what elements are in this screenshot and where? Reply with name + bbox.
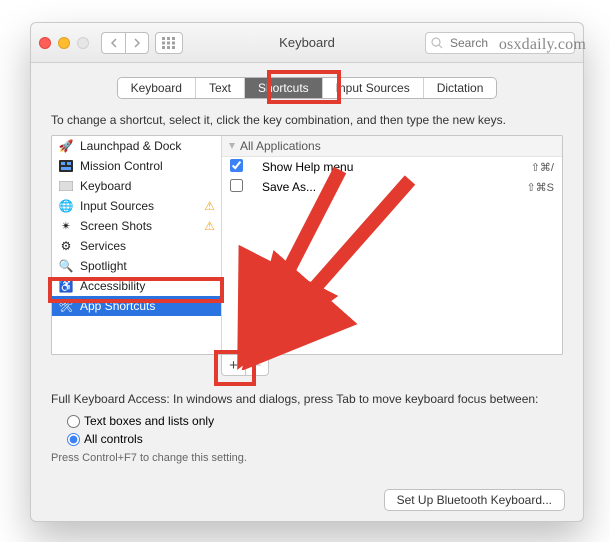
fka-hint: Press Control+F7 to change this setting. — [51, 452, 563, 464]
instructions-text: To change a shortcut, select it, click t… — [51, 113, 563, 127]
cat-launchpad[interactable]: 🚀Launchpad & Dock — [52, 136, 221, 156]
crosshair-icon: ✴ — [58, 218, 74, 234]
cat-app-shortcuts[interactable]: 🛠App Shortcuts — [52, 296, 221, 316]
shortcut-keys[interactable]: ⇧⌘S — [526, 181, 554, 194]
category-list[interactable]: 🚀Launchpad & Dock Mission Control Keyboa… — [52, 136, 222, 354]
radio-allcontrols[interactable]: All controls — [67, 430, 563, 448]
tab-text[interactable]: Text — [196, 78, 245, 98]
warning-icon: ⚠ — [204, 219, 215, 233]
keyboard-icon — [58, 178, 74, 194]
preferences-window: Keyboard Keyboard Text Shortcuts Input S… — [30, 22, 584, 522]
shortcut-label: Show Help menu — [246, 160, 531, 174]
magnifier-icon: 🔍 — [58, 258, 74, 274]
cat-keyboard[interactable]: Keyboard — [52, 176, 221, 196]
shortcut-keys[interactable]: ⇧⌘/ — [531, 161, 554, 174]
shortcut-checkbox[interactable] — [230, 179, 243, 192]
warning-icon: ⚠ — [204, 199, 215, 213]
content: To change a shortcut, select it, click t… — [31, 99, 583, 474]
search-icon — [431, 37, 443, 49]
shortcut-checkbox[interactable] — [230, 159, 243, 172]
shortcut-label: Save As... — [246, 180, 526, 194]
app-shortcuts-icon: 🛠 — [58, 298, 74, 314]
tab-input-sources[interactable]: Input Sources — [323, 78, 424, 98]
tab-keyboard[interactable]: Keyboard — [118, 78, 196, 98]
cat-accessibility[interactable]: ♿Accessibility — [52, 276, 221, 296]
rocket-icon: 🚀 — [58, 138, 74, 154]
remove-button[interactable]: − — [245, 354, 269, 376]
cat-spotlight[interactable]: 🔍Spotlight — [52, 256, 221, 276]
globe-icon: 🌐 — [58, 198, 74, 214]
add-button[interactable]: + — [221, 354, 245, 376]
disclosure-triangle-icon — [228, 142, 236, 150]
radio-textboxes[interactable]: Text boxes and lists only — [67, 412, 563, 430]
footer: Set Up Bluetooth Keyboard... — [384, 489, 565, 511]
watermark: osxdaily.com — [499, 36, 586, 54]
mission-control-icon — [58, 158, 74, 174]
shortcut-list[interactable]: All Applications Show Help menu ⇧⌘/ Save… — [222, 136, 562, 354]
accessibility-icon: ♿ — [58, 278, 74, 294]
fka-text: Full Keyboard Access: In windows and dia… — [51, 392, 563, 406]
shortcut-row[interactable]: Show Help menu ⇧⌘/ — [222, 157, 562, 177]
cat-services[interactable]: ⚙Services — [52, 236, 221, 256]
fka-radio-group: Text boxes and lists only All controls — [51, 412, 563, 448]
cat-input-sources[interactable]: 🌐Input Sources⚠ — [52, 196, 221, 216]
tab-segment: Keyboard Text Shortcuts Input Sources Di… — [117, 77, 498, 99]
split-panes: 🚀Launchpad & Dock Mission Control Keyboa… — [51, 135, 563, 355]
cat-mission-control[interactable]: Mission Control — [52, 156, 221, 176]
gear-icon: ⚙ — [58, 238, 74, 254]
cat-screenshots[interactable]: ✴Screen Shots⚠ — [52, 216, 221, 236]
bluetooth-button[interactable]: Set Up Bluetooth Keyboard... — [384, 489, 565, 511]
add-remove-controls: + − — [221, 354, 563, 376]
tab-shortcuts[interactable]: Shortcuts — [245, 78, 323, 98]
tab-dictation[interactable]: Dictation — [424, 78, 497, 98]
shortcut-row[interactable]: Save As... ⇧⌘S — [222, 177, 562, 197]
group-header[interactable]: All Applications — [222, 136, 562, 157]
tabs: Keyboard Text Shortcuts Input Sources Di… — [31, 77, 583, 99]
